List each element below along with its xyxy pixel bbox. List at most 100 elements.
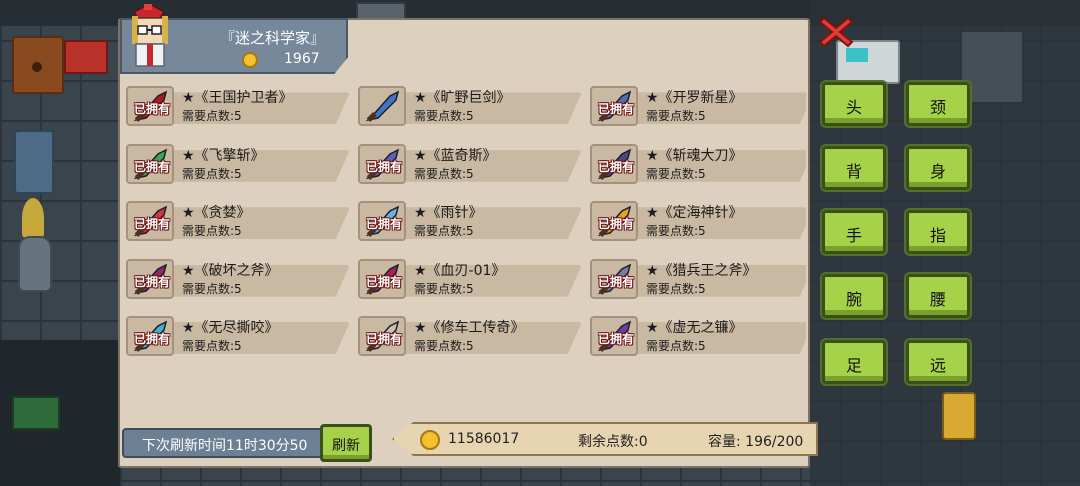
item-row: 已拥有 ★《飞擎斩》 需要点数:5 已拥有 ★《蓝奇斯》 需要点数:5 已拥有 ★《斩魂大刀》… <box>126 143 806 184</box>
category-label: 手 <box>845 226 862 245</box>
weapon-slot[interactable]: 已拥有 <box>126 201 174 242</box>
weapon-card[interactable]: 已拥有 ★《无尽撕咬》 需要点数:5 <box>126 316 352 356</box>
weapon-name: ★《破坏之斧》 <box>182 262 279 279</box>
weapon-card[interactable]: 已拥有 ★《斩魂大刀》 需要点数:5 <box>590 143 806 184</box>
weapon-card[interactable]: 已拥有 ★《定海神针》 需要点数:5 <box>590 201 806 242</box>
category-button[interactable]: 指 <box>906 210 970 254</box>
weapon-cost: 需要点数:5 <box>182 339 242 353</box>
owned-badge: 已拥有 <box>365 217 402 232</box>
weapon-card[interactable]: 已拥有 ★《破坏之斧》 需要点数:5 <box>126 258 352 299</box>
item-row: 已拥有 ★《无尽撕咬》 需要点数:5 已拥有 ★《修车工传奇》 需要点数:5 已拥有 ★《虚无… <box>126 316 806 356</box>
owned-badge: 已拥有 <box>365 274 402 289</box>
weapon-slot[interactable]: 已拥有 <box>126 86 174 127</box>
weapon-cost: 需要点数:5 <box>414 339 474 353</box>
character-title: 『迷之科学家』 <box>220 29 326 47</box>
weapon-card[interactable]: 已拥有 ★《修车工传奇》 需要点数:5 <box>358 316 584 356</box>
weapon-name: ★《雨针》 <box>414 205 483 222</box>
owned-badge: 已拥有 <box>365 332 402 346</box>
weapon-name: ★《开罗新星》 <box>646 90 743 107</box>
weapon-slot[interactable]: 已拥有 <box>590 86 638 127</box>
weapon-slot[interactable]: 已拥有 <box>358 316 406 356</box>
category-button[interactable]: 腕 <box>822 274 886 318</box>
owned-badge: 已拥有 <box>133 217 170 232</box>
weapon-cost: 需要点数:5 <box>182 166 242 181</box>
weapon-card[interactable]: 已拥有 ★《雨针》需要点数:5 <box>358 201 584 242</box>
weapon-slot[interactable]: 已拥有 <box>358 143 406 184</box>
weapon-card[interactable]: 已拥有 ★《猎兵王之斧》 需要点数:5 <box>590 258 806 299</box>
category-label: 腰 <box>929 290 946 309</box>
gold-amount: 11586017 <box>448 431 520 447</box>
category-button[interactable]: 远 <box>906 340 970 384</box>
category-label: 指 <box>929 226 946 245</box>
weapon-slot[interactable]: 已拥有 <box>126 258 174 299</box>
weapon-name: ★《无尽撕咬》 <box>182 320 279 336</box>
weapon-slot[interactable]: 已拥有 <box>590 316 638 356</box>
category-button[interactable]: 手 <box>822 210 886 254</box>
item-row: 已拥有 ★《破坏之斧》 需要点数:5 已拥有 ★《血刃-01》 需要点数:5 已拥有 ★《猎兵… <box>126 258 806 299</box>
weapon-slot[interactable]: 已拥有 <box>126 316 174 356</box>
category-button[interactable]: 身 <box>906 146 970 190</box>
close-icon[interactable] <box>818 14 854 50</box>
background-cabinet <box>12 36 64 94</box>
scientist-avatar <box>132 4 168 67</box>
background-circuit-board <box>12 396 60 430</box>
category-label: 颈 <box>929 98 946 117</box>
weapon-cost: 需要点数:5 <box>646 339 706 353</box>
weapon-name: ★《飞擎斩》 <box>182 147 265 164</box>
background-device <box>942 392 976 440</box>
category-button[interactable]: 足 <box>822 340 886 384</box>
background-chair <box>14 130 54 194</box>
weapon-cost: 需要点数:5 <box>646 224 706 239</box>
weapon-slot[interactable]: 已拥有 <box>590 201 638 242</box>
weapon-slot[interactable]: 已拥有 <box>126 143 174 184</box>
weapon-name: ★《虚无之镰》 <box>646 320 743 336</box>
weapon-card[interactable]: 已拥有 ★《虚无之镰》 需要点数:5 <box>590 316 806 356</box>
weapon-name: ★《猎兵王之斧》 <box>646 262 757 279</box>
refresh-timer-text: 下次刷新时间11时30分50 <box>142 438 308 454</box>
owned-badge: 已拥有 <box>597 159 634 174</box>
refresh-timer-bar: 下次刷新时间11时30分50 <box>122 428 326 458</box>
category-button[interactable]: 头 <box>822 82 886 126</box>
weapon-cost: 需要点数:5 <box>182 109 242 124</box>
owned-badge: 已拥有 <box>133 102 170 117</box>
weapon-card[interactable]: ★《旷野巨剑》 需要点数:5 <box>358 86 584 127</box>
weapon-name: ★《血刃-01》 <box>414 262 506 279</box>
item-row: 已拥有 ★《贪婪》 需要点数:5 已拥有 ★《雨针》 需要点数:5 已拥有 ★《定海神针》 需要… <box>126 201 806 242</box>
category-button[interactable]: 腰 <box>906 274 970 318</box>
owned-badge: 已拥有 <box>133 159 170 174</box>
category-label: 头 <box>845 98 862 117</box>
owned-badge: 已拥有 <box>365 159 402 174</box>
weapon-cost: 需要点数:5 <box>646 281 706 296</box>
category-button[interactable]: 背 <box>822 146 886 190</box>
weapon-card[interactable]: 已拥有 ★《飞擎斩》 需要点数:5 <box>126 143 352 184</box>
weapon-name: ★《斩魂大刀》 <box>646 147 743 164</box>
weapon-card[interactable]: 已拥有 ★《蓝奇斯》 需要点数:5 <box>358 143 584 184</box>
category-label: 背 <box>845 162 862 181</box>
weapon-name: ★《旷野巨剑》 <box>414 90 511 107</box>
weapon-cost: 需要点数:5 <box>414 109 474 124</box>
character-coins: 1967 <box>284 51 320 67</box>
weapon-card[interactable]: 已拥有 ★《贪婪》需要点数:5 <box>126 201 352 242</box>
weapon-cost: 需要点数:5 <box>182 224 242 239</box>
background-vase <box>18 236 52 292</box>
weapon-name: ★《修车工传奇》 <box>414 320 525 336</box>
weapon-cost: 需要点数:5 <box>182 281 242 296</box>
weapon-slot[interactable]: 已拥有 <box>590 258 638 299</box>
item-grid[interactable]: 已拥有★《屠戮》需要点数:5已拥有★《狂炎》需要点数:5已拥有★《天荒幻神》需要… <box>126 76 806 430</box>
weapon-cost: 需要点数:5 <box>414 224 474 239</box>
weapon-card[interactable]: 已拥有 ★《血刃-01》 需要点数:5 <box>358 258 584 299</box>
weapon-slot[interactable]: 已拥有 <box>590 143 638 184</box>
inventory-capacity: 容量: 196/200 <box>708 434 804 450</box>
remaining-points: 剩余点数:0 <box>578 434 648 450</box>
weapon-slot[interactable]: 已拥有 <box>358 201 406 242</box>
coin-icon <box>242 52 258 68</box>
weapon-icon <box>365 90 400 123</box>
weapon-name: ★《贪婪》 <box>182 205 251 222</box>
weapon-slot[interactable] <box>358 86 406 127</box>
refresh-button[interactable]: 刷新 <box>320 424 372 462</box>
category-button[interactable]: 颈 <box>906 82 970 126</box>
weapon-slot[interactable]: 已拥有 <box>358 258 406 299</box>
weapon-card[interactable]: 已拥有 ★《开罗新星》 需要点数:5 <box>590 86 806 127</box>
weapon-card[interactable]: 已拥有 ★《王国护卫者》 需要点数:5 <box>126 86 352 127</box>
owned-badge: 已拥有 <box>597 102 634 117</box>
